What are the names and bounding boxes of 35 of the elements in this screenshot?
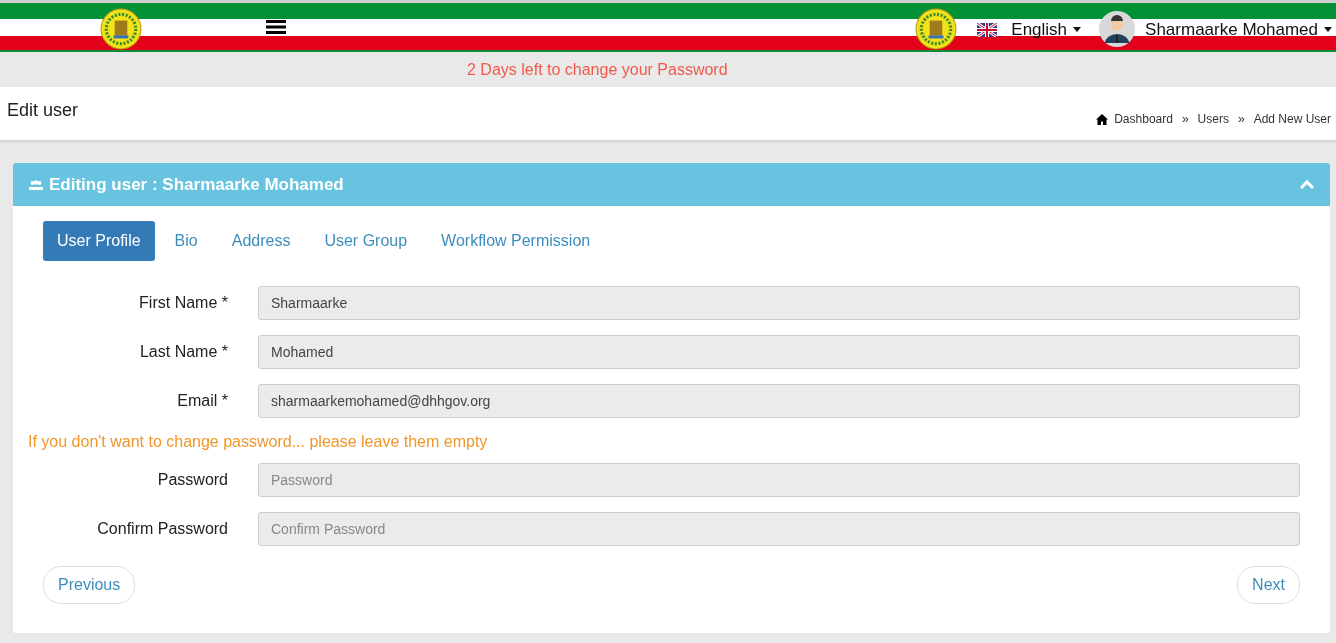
breadcrumb-separator: » (1237, 112, 1245, 126)
card-title: Editing user : Sharmaarke Mohamed (49, 174, 344, 195)
emblem-icon (100, 7, 142, 50)
field-label: First Name * (138, 294, 228, 312)
menu-icon[interactable] (266, 19, 286, 34)
field-label: Confirm Password (96, 520, 228, 538)
input-field[interactable]: Sharmaarke (258, 286, 1300, 320)
tab[interactable]: Workflow Permission (427, 221, 605, 261)
home-icon (1096, 113, 1109, 125)
input-field[interactable]: Confirm Password (258, 512, 1300, 546)
previous-button[interactable]: Previous (43, 566, 136, 604)
tab[interactable]: Address (217, 221, 305, 261)
emblem-icon (915, 7, 958, 50)
tab[interactable]: User Profile (43, 221, 155, 261)
breadcrumb-link[interactable]: Add New User (1253, 112, 1331, 126)
breadcrumb-separator: » (1181, 112, 1189, 126)
user-menu-dropdown[interactable]: Sharmaarke Mohamed (1135, 19, 1332, 40)
page-title: Edit user (7, 100, 79, 121)
input-field[interactable]: sharmaarkemohamed@dhhgov.org (258, 384, 1300, 418)
tab[interactable]: User Group (310, 221, 422, 261)
avatar-icon (1099, 11, 1136, 47)
input-field[interactable]: Mohamed (258, 335, 1300, 369)
tab[interactable]: Bio (160, 221, 212, 261)
password-expiry-notice: 2 Days left to change your Password (467, 60, 728, 79)
language-dropdown[interactable]: English (997, 19, 1082, 40)
field-label: Password (156, 471, 228, 489)
breadcrumb-link[interactable]: Dashboard (1114, 112, 1173, 126)
input-field[interactable]: Password (258, 463, 1300, 497)
users-icon (29, 179, 43, 190)
field-label: Last Name * (138, 343, 228, 361)
password-hint: If you don't want to change password... please leave them empty (28, 433, 489, 451)
breadcrumb-link[interactable]: Users (1197, 112, 1229, 126)
next-button[interactable]: Next (1237, 566, 1300, 604)
field-label: Email * (176, 392, 228, 410)
uk-flag-icon (977, 22, 998, 37)
